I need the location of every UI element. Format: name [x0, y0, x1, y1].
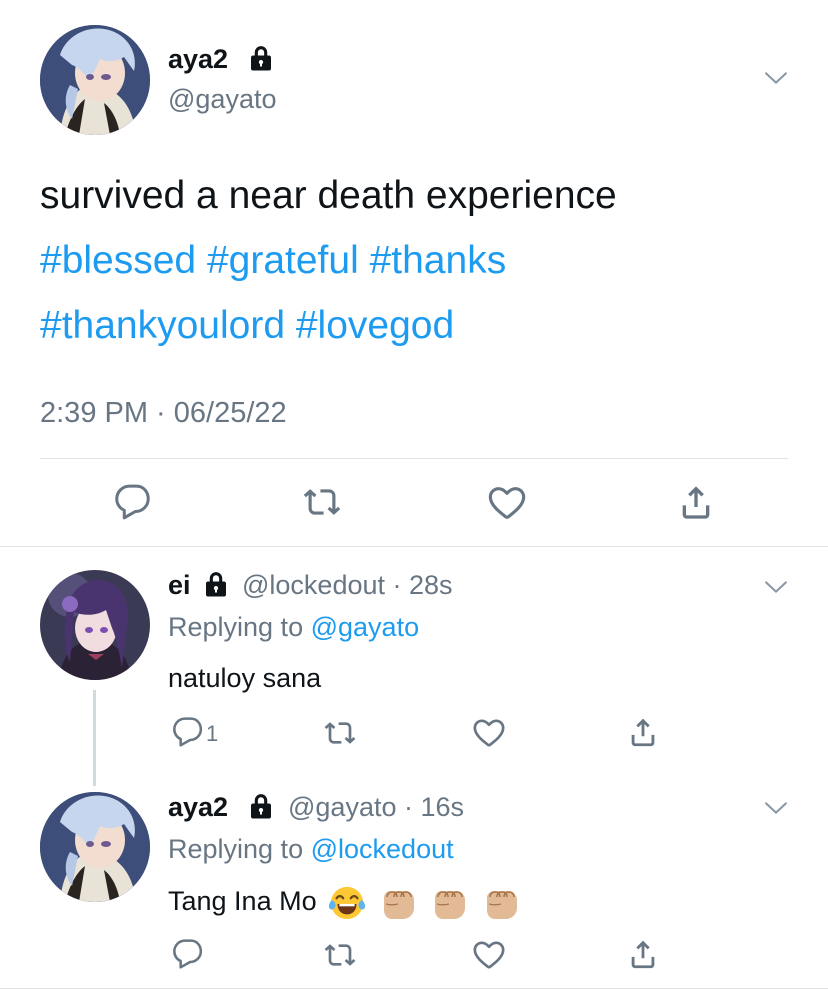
display-name[interactable]: ei: [168, 570, 191, 601]
chevron-down-icon[interactable]: [762, 64, 790, 92]
face-with-tears-of-joy-icon: [329, 886, 366, 920]
reply-icon[interactable]: [172, 938, 204, 970]
retweet-icon[interactable]: [301, 483, 343, 521]
handle-and-time[interactable]: @gayato · 16s: [288, 792, 464, 823]
reply-icon: [172, 716, 204, 748]
display-name[interactable]: aya2: [168, 44, 228, 75]
reply-icon[interactable]: [114, 483, 152, 521]
hashtag-line: #thankyoulord #lovegod: [40, 293, 454, 358]
like-icon[interactable]: [487, 483, 527, 523]
mention-link[interactable]: @gayato: [311, 612, 419, 642]
hashtag-link[interactable]: #lovegod: [296, 304, 454, 347]
hashtag-line: #blessed #grateful #thanks: [40, 228, 506, 293]
thread-line: [93, 690, 96, 786]
avatar[interactable]: [40, 792, 150, 902]
reply-button[interactable]: 1: [172, 716, 232, 752]
like-icon[interactable]: [472, 716, 506, 750]
reply-text: Tang Ina Mo: [168, 886, 317, 917]
hashtag-link[interactable]: #thankyoulord: [40, 304, 285, 347]
divider: [40, 458, 788, 459]
retweet-icon[interactable]: [322, 717, 358, 749]
divider: [0, 988, 828, 989]
lock-icon: [246, 43, 276, 73]
reply-text-row: Tang Ina Mo: [168, 884, 521, 922]
hashtag-link[interactable]: #blessed: [40, 239, 196, 282]
tweet-text: survived a near death experience: [40, 174, 617, 217]
reply-text: natuloy sana: [168, 663, 322, 693]
oncoming-fist-icon: [383, 891, 414, 919]
avatar[interactable]: [40, 25, 150, 135]
share-icon[interactable]: [626, 937, 660, 971]
user-handle[interactable]: @gayato: [168, 84, 276, 115]
chevron-down-icon[interactable]: [762, 573, 790, 601]
hashtag-link[interactable]: #grateful: [207, 239, 359, 282]
replying-to: Replying to @lockedout: [168, 834, 454, 865]
hashtag-link[interactable]: #thanks: [370, 239, 507, 282]
share-icon[interactable]: [676, 482, 716, 522]
display-name[interactable]: aya2: [168, 792, 228, 823]
oncoming-fist-icon: [486, 891, 517, 919]
lock-icon: [246, 791, 276, 821]
tweet-timestamp[interactable]: 2:39 PM · 06/25/22: [40, 397, 287, 430]
lock-icon: [201, 569, 231, 599]
replying-to-label: Replying to: [168, 612, 304, 642]
divider: [0, 546, 828, 547]
share-icon[interactable]: [626, 715, 660, 749]
avatar[interactable]: [40, 570, 150, 680]
retweet-icon[interactable]: [322, 939, 358, 971]
handle-and-time[interactable]: @lockedout · 28s: [242, 570, 453, 601]
oncoming-fist-icon: [435, 891, 466, 919]
chevron-down-icon[interactable]: [762, 794, 790, 822]
replying-to: Replying to @gayato: [168, 612, 419, 643]
replying-to-label: Replying to: [168, 834, 304, 864]
like-icon[interactable]: [472, 938, 506, 972]
mention-link[interactable]: @lockedout: [311, 834, 454, 864]
reply-count: 1: [206, 721, 219, 746]
